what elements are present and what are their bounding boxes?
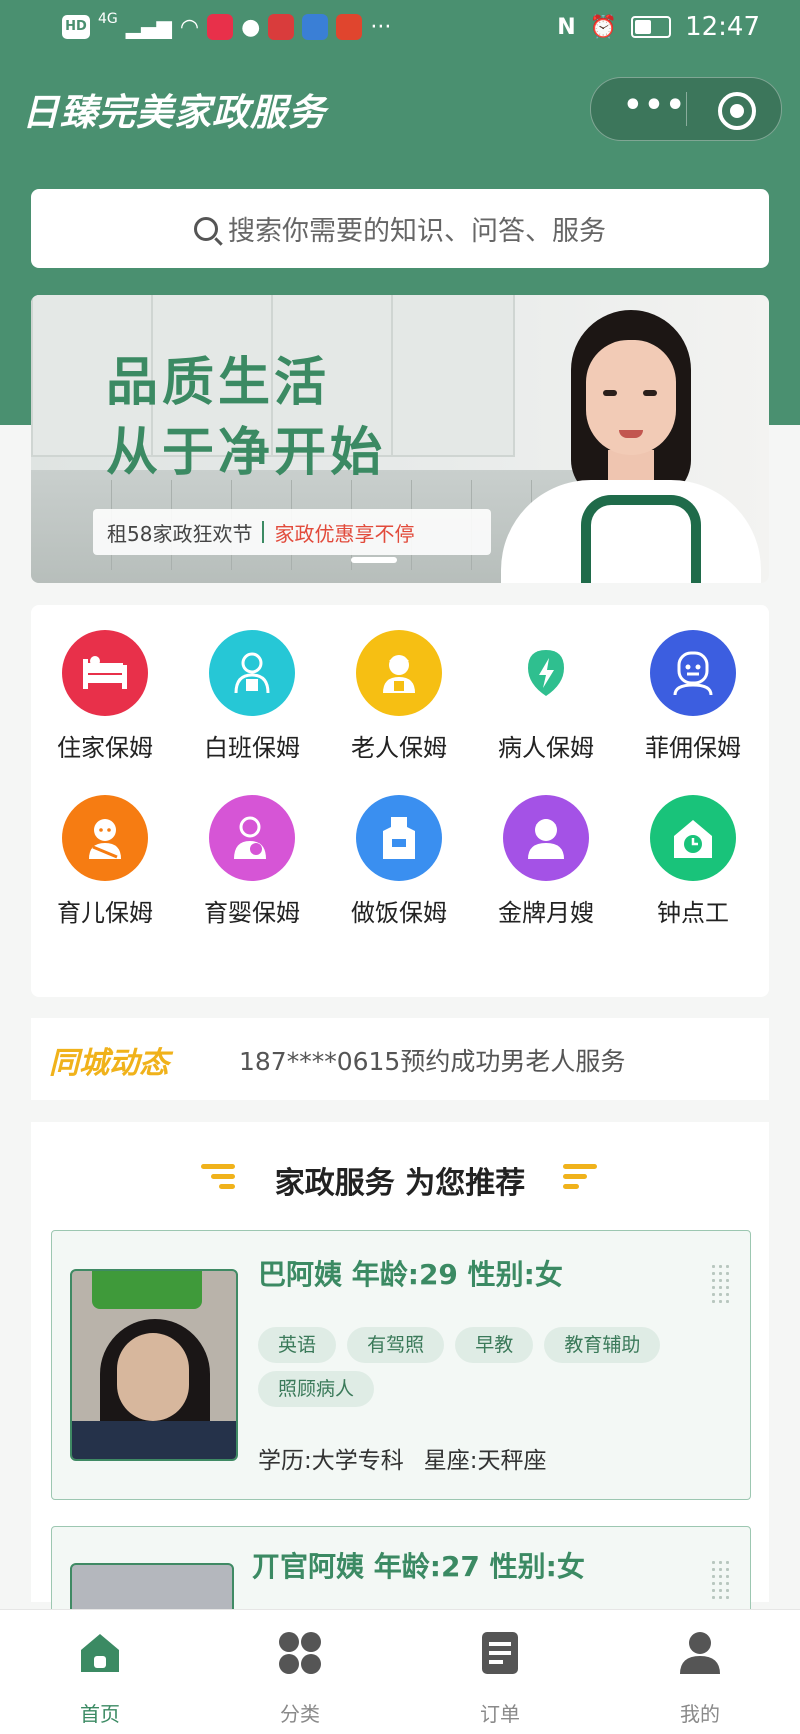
tab-profile[interactable]: 我的 <box>600 1610 800 1734</box>
category-label: 病人保姆 <box>498 734 594 762</box>
service-category-grid: 住家保姆 白班保姆 老人保姆 病人保姆 菲佣保姆育儿保姆 育婴保姆 做饭保姆 金牌月嫂 钟点工 <box>31 605 769 997</box>
title-decor-icon <box>563 1164 597 1190</box>
skill-tags: 英语 有驾照 早教 教育辅助 照顾病人 <box>258 1327 682 1413</box>
category-label: 老人保姆 <box>351 734 447 762</box>
nanny-card[interactable]: 巴阿姨 年龄:29 性别:女 英语 有驾照 早教 教育辅助 照顾病人 学历:大学… <box>51 1230 751 1500</box>
category-nanny[interactable]: 金牌月嫂 <box>472 795 620 928</box>
bottom-tab-bar: 首页 分类 订单 我的 <box>0 1609 800 1734</box>
category-label: 钟点工 <box>657 899 729 927</box>
capsule-divider <box>686 92 687 126</box>
app-notification-icon <box>207 14 234 40</box>
skill-tag: 教育辅助 <box>544 1327 661 1363</box>
city-news-text: 187****0615预约成功男老人服务 <box>239 1047 626 1076</box>
app-notification-icon <box>302 14 329 40</box>
app-title: 日臻完美家政服务 <box>22 91 326 134</box>
tab-home[interactable]: 首页 <box>0 1610 200 1734</box>
category-mother-baby[interactable]: 育婴保姆 <box>178 795 326 928</box>
promo-banner[interactable]: 品质生活 从于净开始 租58家政狂欢节 家政优惠享不停 <box>31 295 769 583</box>
category-apron[interactable]: 做饭保姆 <box>325 795 473 928</box>
tab-category[interactable]: 分类 <box>200 1610 400 1734</box>
robot-face-icon <box>650 630 736 716</box>
category-robot-face[interactable]: 菲佣保姆 <box>619 630 767 763</box>
zodiac-text: 星座:天秤座 <box>423 1448 547 1474</box>
apron-icon <box>356 795 442 881</box>
hd-badge: HD <box>62 15 90 39</box>
category-elder[interactable]: 老人保姆 <box>325 630 473 763</box>
recommend-section: 家政服务 为您推荐 巴阿姨 年龄:29 性别:女 英语 有驾照 早教 教育辅助 … <box>31 1122 769 1657</box>
category-baby[interactable]: 育儿保姆 <box>31 795 179 928</box>
lightning-icon <box>503 630 589 716</box>
recommend-title: 家政服务 为您推荐 <box>274 1166 526 1201</box>
skill-tag: 照顾病人 <box>258 1371 375 1407</box>
chat-notification-icon: ● <box>241 14 261 40</box>
tab-orders[interactable]: 订单 <box>400 1610 600 1734</box>
nanny-details: 学历:大学专科 星座:天秤座 <box>258 1441 547 1475</box>
category-bed[interactable]: 住家保姆 <box>31 630 179 763</box>
alarm-icon: ⏰ <box>589 14 618 40</box>
app-notification-icon <box>336 14 363 40</box>
category-label: 白班保姆 <box>204 734 300 762</box>
city-news-badge: 同城动态 <box>49 1046 169 1081</box>
nfc-icon: N <box>557 14 576 40</box>
promo-right-text: 家政优惠享不停 <box>274 521 415 546</box>
home-icon <box>81 1634 119 1672</box>
bed-icon <box>62 630 148 716</box>
skill-tag: 有驾照 <box>347 1327 445 1363</box>
category-grid-icon <box>279 1632 321 1674</box>
tab-label: 分类 <box>280 1702 320 1726</box>
housekeeper-photo <box>491 295 769 583</box>
elder-icon <box>356 630 442 716</box>
mother-baby-icon <box>209 795 295 881</box>
category-label: 做饭保姆 <box>351 899 447 927</box>
category-label: 金牌月嫂 <box>498 899 594 927</box>
skill-tag: 早教 <box>455 1327 534 1363</box>
category-label: 住家保姆 <box>57 734 153 762</box>
battery-icon <box>631 16 672 38</box>
category-label: 菲佣保姆 <box>645 734 741 762</box>
banner-headline: 品质生活 <box>106 353 331 413</box>
tab-label: 订单 <box>480 1702 520 1726</box>
carousel-indicator <box>351 557 397 563</box>
banner-promo-strip: 租58家政狂欢节 家政优惠享不停 <box>93 509 491 555</box>
user-icon <box>680 1632 720 1674</box>
clock: 12:47 <box>685 12 760 42</box>
promo-left-text: 租58家政狂欢节 <box>107 521 253 546</box>
status-bar: HD 4G ▂▄▆ ◠ ● ··· N ⏰ 12:47 <box>0 0 800 60</box>
house-clock-icon <box>650 795 736 881</box>
person-icon <box>209 630 295 716</box>
skill-tag: 英语 <box>258 1327 337 1363</box>
education-text: 学历:大学专科 <box>258 1448 404 1474</box>
dots-decor-icon <box>710 1263 732 1303</box>
search-placeholder: 搜索你需要的知识、问答、服务 <box>228 216 606 247</box>
signal-icon: 4G <box>98 11 118 27</box>
category-lightning[interactable]: 病人保姆 <box>472 630 620 763</box>
app-notification-icon <box>268 14 295 40</box>
miniprogram-capsule: ••• <box>590 77 782 141</box>
wifi-icon: ◠ <box>179 14 200 40</box>
search-bar[interactable]: 搜索你需要的知识、问答、服务 <box>31 189 769 268</box>
category-house-clock[interactable]: 钟点工 <box>619 795 767 928</box>
nanny-name-line: 丌官阿姨 年龄:27 性别:女 <box>252 1550 585 1583</box>
banner-headline: 从于净开始 <box>106 423 387 483</box>
nanny-icon <box>503 795 589 881</box>
more-menu-button[interactable]: ••• <box>617 91 693 126</box>
dots-decor-icon <box>710 1559 732 1599</box>
baby-icon <box>62 795 148 881</box>
category-person[interactable]: 白班保姆 <box>178 630 326 763</box>
close-miniprogram-button[interactable] <box>718 92 756 130</box>
search-icon <box>194 216 218 241</box>
more-notifications-icon: ··· <box>370 14 392 40</box>
category-label: 育儿保姆 <box>57 899 153 927</box>
city-news-ticker[interactable]: 同城动态 187****0615预约成功男老人服务 <box>31 1018 769 1100</box>
tab-label: 我的 <box>680 1702 720 1726</box>
category-label: 育婴保姆 <box>204 899 300 927</box>
order-list-icon <box>482 1632 518 1674</box>
nanny-avatar <box>70 1269 238 1461</box>
signal-bars-icon: ▂▄▆ <box>125 15 172 39</box>
nanny-name-line: 巴阿姨 年龄:29 性别:女 <box>258 1258 563 1291</box>
promo-separator <box>262 521 265 543</box>
tab-label: 首页 <box>80 1702 120 1726</box>
